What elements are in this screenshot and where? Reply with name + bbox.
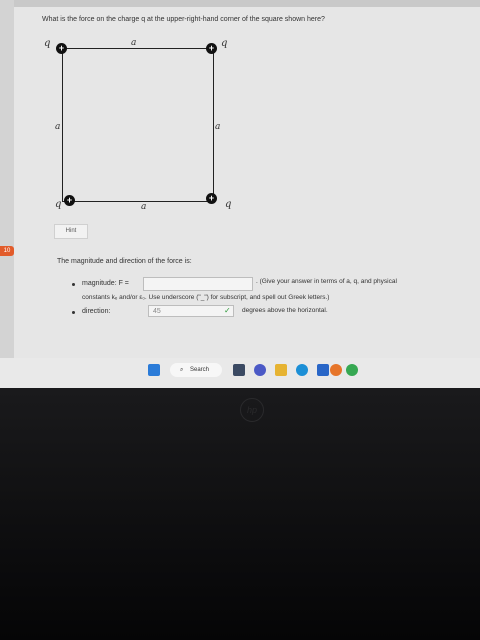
left-side-label: a xyxy=(55,122,61,132)
magnitude-note-line2: constants kₑ and/or ε₀. Use underscore (… xyxy=(82,294,330,301)
charge-label-top-left: q xyxy=(44,38,51,49)
edge-icon[interactable] xyxy=(296,364,308,376)
firefox-icon[interactable] xyxy=(330,364,342,376)
teams-icon[interactable] xyxy=(254,364,266,376)
charge-bottom-right: + xyxy=(206,193,217,204)
charge-label-top-right: q xyxy=(221,38,228,49)
store-icon[interactable] xyxy=(317,364,329,376)
windows-start-icon[interactable] xyxy=(148,364,160,376)
question-text: What is the force on the charge q at the… xyxy=(42,16,325,23)
direction-input[interactable]: 45 xyxy=(148,305,234,317)
square-diagram xyxy=(62,48,214,202)
charge-top-left: + xyxy=(56,43,67,54)
correct-check-icon: ✓ xyxy=(224,306,231,315)
charge-label-bottom-left: q xyxy=(55,199,62,210)
charge-bottom-left: + xyxy=(64,195,75,206)
search-label: Search xyxy=(190,367,210,373)
direction-units: degrees above the horizontal. xyxy=(242,307,328,314)
left-strip xyxy=(0,0,14,388)
top-side-label: a xyxy=(131,38,137,48)
question-number-badge: 10 xyxy=(0,246,14,256)
browser-top-bar xyxy=(0,0,480,7)
bullet-direction xyxy=(72,311,75,314)
charge-label-bottom-right: q xyxy=(225,199,232,210)
magnitude-note: . (Give your answer in terms of a, q, an… xyxy=(256,278,397,285)
right-side-label: a xyxy=(215,122,221,132)
bullet-magnitude xyxy=(72,283,75,286)
file-explorer-icon[interactable] xyxy=(275,364,287,376)
charge-top-right: + xyxy=(206,43,217,54)
bottom-side-label: a xyxy=(141,202,147,212)
search-icon: ⌕ xyxy=(180,367,184,373)
magnitude-label: magnitude: F = xyxy=(82,280,129,287)
task-view-icon[interactable] xyxy=(233,364,245,376)
hint-button[interactable]: Hint xyxy=(54,224,88,239)
direction-label: direction: xyxy=(82,308,111,315)
answer-prompt: The magnitude and direction of the force… xyxy=(57,258,192,265)
chrome-icon[interactable] xyxy=(346,364,358,376)
taskbar-search[interactable]: ⌕ Search xyxy=(170,363,222,377)
browser-screen: 10 What is the force on the charge q at … xyxy=(0,0,480,388)
laptop-bezel xyxy=(0,388,480,640)
hp-logo-icon: hp xyxy=(240,398,264,422)
magnitude-input[interactable] xyxy=(143,277,253,291)
